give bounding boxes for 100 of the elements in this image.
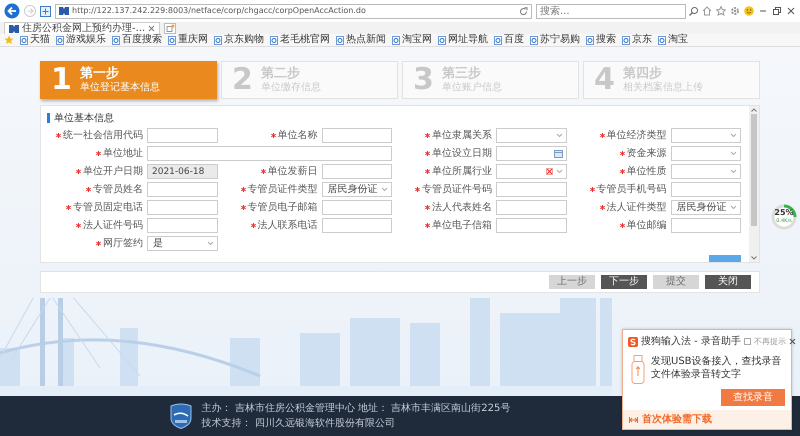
- bookmark-link[interactable]: 游戏娱乐: [56, 35, 106, 45]
- speed-ring-icon: [771, 204, 797, 230]
- usb-drive-icon: [631, 355, 645, 385]
- checkbox[interactable]: [744, 338, 751, 345]
- bookmark-link[interactable]: 搜索: [586, 35, 616, 45]
- browser-tab[interactable]: 住房公积金网上预约办理-...: [4, 22, 160, 34]
- select-field[interactable]: [670, 128, 741, 143]
- field-label: 单位名称: [278, 130, 318, 140]
- input-field[interactable]: [322, 218, 392, 233]
- field-label: 专管员证件号码: [422, 184, 492, 194]
- chevron-down-icon: [556, 133, 562, 138]
- bookmark-link[interactable]: 热点新闻: [336, 35, 386, 45]
- search-field[interactable]: 搜索...: [536, 4, 686, 18]
- address-bar[interactable]: http://122.137.242.229:8003/netface/corp/chgacc/corpOpenAccAction.do: [55, 4, 532, 18]
- field-label: 资金来源: [626, 148, 666, 158]
- input-field[interactable]: [670, 218, 741, 233]
- smiley-icon[interactable]: [744, 6, 754, 16]
- field-label: 统一社会信用代码: [63, 130, 143, 140]
- input-field[interactable]: [147, 146, 392, 161]
- action-button[interactable]: 下一步: [601, 275, 647, 289]
- field-label: 单位所属行业: [432, 166, 492, 176]
- select-field[interactable]: [496, 164, 566, 179]
- compatibility-view-icon[interactable]: [40, 6, 51, 16]
- bookmark-link[interactable]: 淘宝网: [392, 35, 432, 45]
- field-label: 单位发薪日: [268, 166, 318, 176]
- close-icon[interactable]: [788, 338, 796, 345]
- input-field[interactable]: [147, 182, 218, 197]
- select-field[interactable]: 是: [147, 236, 218, 251]
- forward-button[interactable]: [24, 5, 36, 17]
- step-title: 第一步: [80, 66, 120, 82]
- field-label: 专管员姓名: [93, 184, 143, 194]
- chevron-down-icon: [730, 205, 737, 210]
- bookmark-link[interactable]: 百度搜索: [112, 35, 162, 45]
- favorites-icon[interactable]: [716, 6, 726, 16]
- refresh-icon[interactable]: [519, 6, 528, 16]
- calendar-icon[interactable]: [554, 150, 562, 158]
- field-label: 单位隶属关系: [432, 130, 492, 140]
- input-field[interactable]: [496, 218, 566, 233]
- input-field[interactable]: [496, 182, 566, 197]
- field-label: 单位经济类型: [606, 130, 666, 140]
- select-field[interactable]: [496, 128, 566, 143]
- clear-icon[interactable]: [546, 168, 552, 175]
- section-marker: [47, 113, 50, 123]
- checkbox-label: 不再提示: [754, 336, 786, 348]
- emblem-icon: [170, 403, 192, 429]
- restore-icon[interactable]: [772, 6, 782, 16]
- back-button[interactable]: [4, 3, 20, 19]
- input-field[interactable]: [496, 200, 566, 215]
- field-label: 网厅签约: [103, 238, 143, 248]
- step-subtitle: 单位登记基本信息: [80, 82, 160, 94]
- chevron-down-icon: [206, 241, 214, 246]
- scrollbar-thumb[interactable]: [751, 114, 757, 226]
- select-field[interactable]: [670, 146, 741, 161]
- scroll-up-icon[interactable]: [751, 108, 757, 112]
- bookmark-link[interactable]: 淘宝: [658, 35, 688, 45]
- bookmark-link[interactable]: 百度: [494, 35, 524, 45]
- input-field[interactable]: [147, 200, 218, 215]
- section-title: 单位基本信息: [54, 112, 114, 126]
- field-label: 单位设立日期: [432, 148, 492, 158]
- field-label: 法人联系电话: [258, 220, 318, 230]
- chevron-down-icon: [730, 133, 737, 138]
- select-field[interactable]: 居民身份证: [670, 200, 741, 215]
- scrollbar[interactable]: [749, 106, 759, 262]
- select-field[interactable]: 居民身份证: [322, 182, 392, 197]
- chevron-down-icon: [730, 151, 737, 156]
- site-favicon-icon: [9, 24, 19, 32]
- download-icon: [629, 416, 638, 422]
- bookmark-link[interactable]: 京东: [622, 35, 652, 45]
- input-field[interactable]: [322, 128, 392, 143]
- action-button[interactable]: 关闭: [705, 275, 751, 289]
- field-label: 单位电子信箱: [432, 220, 492, 230]
- close-icon[interactable]: [786, 6, 796, 16]
- bookmark-link[interactable]: 重庆网: [168, 35, 208, 45]
- scroll-down-icon[interactable]: [751, 256, 757, 260]
- chevron-down-icon: [730, 169, 737, 174]
- chevron-down-icon: [556, 169, 562, 174]
- partial-button[interactable]: [709, 255, 741, 262]
- app-logo-icon: [628, 336, 638, 346]
- input-field[interactable]: [670, 182, 741, 197]
- field-label: 法人证件号码: [83, 220, 143, 230]
- percent-text: 25%: [773, 209, 795, 217]
- bookmark-link[interactable]: 京东购物: [214, 35, 264, 45]
- bookmark-link[interactable]: 老毛桃官网: [270, 35, 330, 45]
- input-field[interactable]: [147, 218, 218, 233]
- settings-icon[interactable]: [730, 6, 740, 16]
- select-field[interactable]: [670, 164, 741, 179]
- favorites-star-icon[interactable]: [4, 35, 14, 45]
- bookmark-link[interactable]: 天猫: [20, 35, 50, 45]
- footer-text: 主办： 吉林市住房公积金管理中心 地址： 吉林市丰满区南山街225号: [202, 402, 510, 416]
- new-tab-button[interactable]: [164, 23, 176, 34]
- input-field[interactable]: [322, 200, 392, 215]
- search-icon[interactable]: [689, 6, 698, 16]
- close-tab-icon[interactable]: [148, 25, 156, 32]
- bookmark-link[interactable]: 网址导航: [438, 35, 488, 45]
- field-label: 专管员证件类型: [248, 184, 318, 194]
- bookmark-link[interactable]: 苏宁易购: [530, 35, 580, 45]
- date-field[interactable]: [496, 146, 566, 161]
- input-field[interactable]: [147, 128, 218, 143]
- home-icon[interactable]: [702, 6, 712, 16]
- input-field[interactable]: [322, 164, 392, 179]
